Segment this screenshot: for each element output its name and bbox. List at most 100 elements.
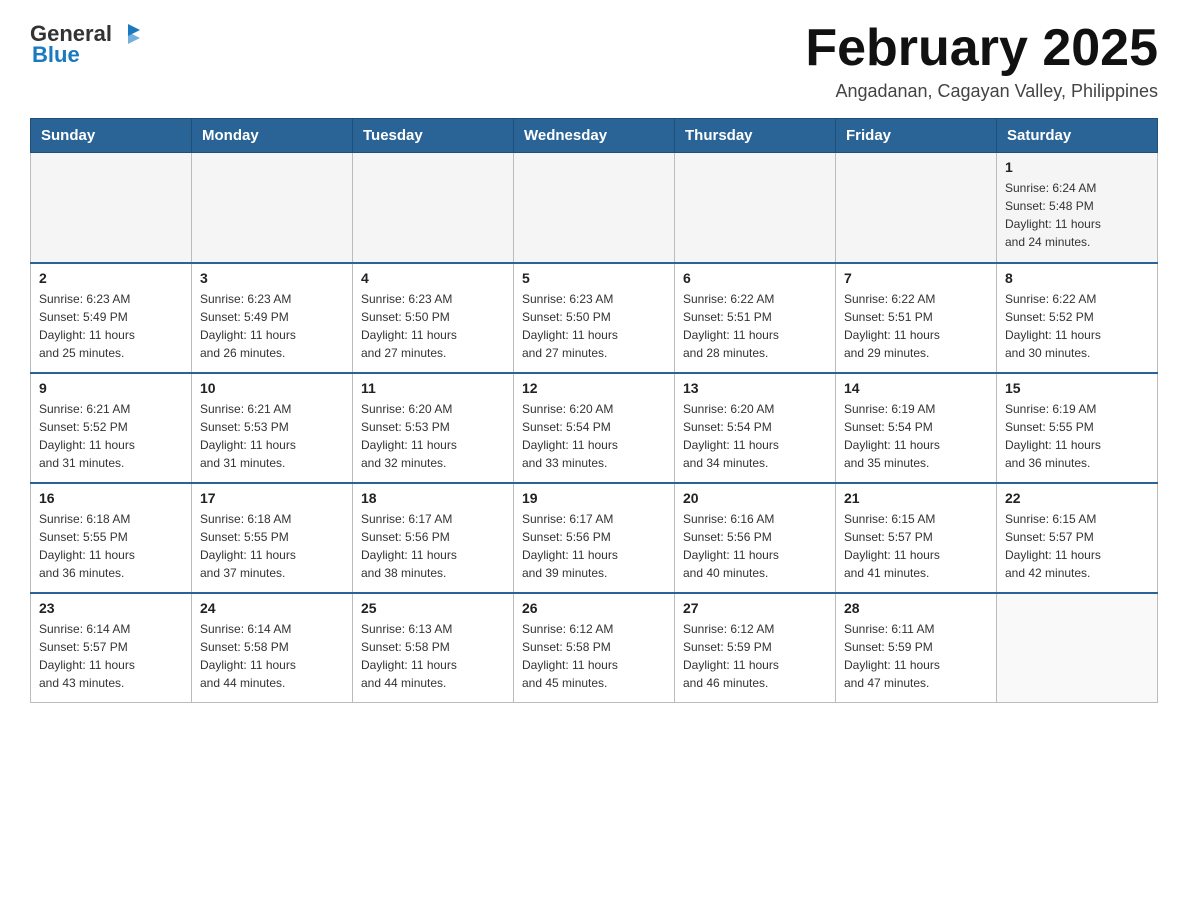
day-info: Sunrise: 6:23 AM Sunset: 5:50 PM Dayligh… xyxy=(522,290,666,362)
day-number: 11 xyxy=(361,380,505,396)
day-info: Sunrise: 6:22 AM Sunset: 5:51 PM Dayligh… xyxy=(844,290,988,362)
table-row xyxy=(997,593,1158,703)
day-number: 10 xyxy=(200,380,344,396)
table-row: 23 Sunrise: 6:14 AM Sunset: 5:57 PM Dayli… xyxy=(31,593,192,703)
day-number: 23 xyxy=(39,600,183,616)
table-row: 5 Sunrise: 6:23 AM Sunset: 5:50 PM Daylig… xyxy=(514,263,675,373)
day-info: Sunrise: 6:20 AM Sunset: 5:53 PM Dayligh… xyxy=(361,400,505,472)
day-info: Sunrise: 6:13 AM Sunset: 5:58 PM Dayligh… xyxy=(361,620,505,692)
table-row: 7 Sunrise: 6:22 AM Sunset: 5:51 PM Daylig… xyxy=(836,263,997,373)
month-year-title: February 2025 xyxy=(805,20,1158,77)
table-row: 8 Sunrise: 6:22 AM Sunset: 5:52 PM Daylig… xyxy=(997,263,1158,373)
day-number: 17 xyxy=(200,490,344,506)
day-info: Sunrise: 6:15 AM Sunset: 5:57 PM Dayligh… xyxy=(844,510,988,582)
day-info: Sunrise: 6:16 AM Sunset: 5:56 PM Dayligh… xyxy=(683,510,827,582)
logo: General Blue xyxy=(30,20,142,68)
day-number: 26 xyxy=(522,600,666,616)
day-info: Sunrise: 6:15 AM Sunset: 5:57 PM Dayligh… xyxy=(1005,510,1149,582)
day-info: Sunrise: 6:20 AM Sunset: 5:54 PM Dayligh… xyxy=(683,400,827,472)
table-row: 15 Sunrise: 6:19 AM Sunset: 5:55 PM Dayli… xyxy=(997,373,1158,483)
day-number: 27 xyxy=(683,600,827,616)
day-info: Sunrise: 6:21 AM Sunset: 5:52 PM Dayligh… xyxy=(39,400,183,472)
day-number: 2 xyxy=(39,270,183,286)
table-row: 26 Sunrise: 6:12 AM Sunset: 5:58 PM Dayli… xyxy=(514,593,675,703)
day-info: Sunrise: 6:17 AM Sunset: 5:56 PM Dayligh… xyxy=(361,510,505,582)
day-info: Sunrise: 6:18 AM Sunset: 5:55 PM Dayligh… xyxy=(200,510,344,582)
col-thursday: Thursday xyxy=(675,119,836,153)
table-row: 9 Sunrise: 6:21 AM Sunset: 5:52 PM Daylig… xyxy=(31,373,192,483)
day-number: 6 xyxy=(683,270,827,286)
col-tuesday: Tuesday xyxy=(353,119,514,153)
day-number: 7 xyxy=(844,270,988,286)
day-number: 14 xyxy=(844,380,988,396)
day-number: 1 xyxy=(1005,159,1149,175)
day-number: 21 xyxy=(844,490,988,506)
table-row xyxy=(514,153,675,263)
day-info: Sunrise: 6:12 AM Sunset: 5:59 PM Dayligh… xyxy=(683,620,827,692)
table-row: 18 Sunrise: 6:17 AM Sunset: 5:56 PM Dayli… xyxy=(353,483,514,593)
table-row: 2 Sunrise: 6:23 AM Sunset: 5:49 PM Daylig… xyxy=(31,263,192,373)
day-number: 13 xyxy=(683,380,827,396)
logo-blue-text: Blue xyxy=(32,42,80,68)
table-row xyxy=(836,153,997,263)
col-saturday: Saturday xyxy=(997,119,1158,153)
day-number: 5 xyxy=(522,270,666,286)
table-row: 22 Sunrise: 6:15 AM Sunset: 5:57 PM Dayli… xyxy=(997,483,1158,593)
table-row: 16 Sunrise: 6:18 AM Sunset: 5:55 PM Dayli… xyxy=(31,483,192,593)
day-info: Sunrise: 6:12 AM Sunset: 5:58 PM Dayligh… xyxy=(522,620,666,692)
table-row: 1 Sunrise: 6:24 AM Sunset: 5:48 PM Daylig… xyxy=(997,153,1158,263)
day-info: Sunrise: 6:24 AM Sunset: 5:48 PM Dayligh… xyxy=(1005,179,1149,251)
day-number: 16 xyxy=(39,490,183,506)
table-row: 4Sunrise: 6:23 AM Sunset: 5:50 PM Daylig… xyxy=(353,263,514,373)
day-info: Sunrise: 6:19 AM Sunset: 5:55 PM Dayligh… xyxy=(1005,400,1149,472)
location-subtitle: Angadanan, Cagayan Valley, Philippines xyxy=(805,81,1158,102)
day-number: 3 xyxy=(200,270,344,286)
calendar-week-1: 1 Sunrise: 6:24 AM Sunset: 5:48 PM Daylig… xyxy=(31,153,1158,263)
table-row: 14 Sunrise: 6:19 AM Sunset: 5:54 PM Dayli… xyxy=(836,373,997,483)
day-number: 15 xyxy=(1005,380,1149,396)
calendar-week-5: 23 Sunrise: 6:14 AM Sunset: 5:57 PM Dayli… xyxy=(31,593,1158,703)
table-row: 13 Sunrise: 6:20 AM Sunset: 5:54 PM Dayli… xyxy=(675,373,836,483)
day-number: 18 xyxy=(361,490,505,506)
calendar-week-4: 16 Sunrise: 6:18 AM Sunset: 5:55 PM Dayli… xyxy=(31,483,1158,593)
day-info: Sunrise: 6:14 AM Sunset: 5:57 PM Dayligh… xyxy=(39,620,183,692)
table-row xyxy=(31,153,192,263)
day-info: Sunrise: 6:22 AM Sunset: 5:52 PM Dayligh… xyxy=(1005,290,1149,362)
day-number: 8 xyxy=(1005,270,1149,286)
table-row: 17 Sunrise: 6:18 AM Sunset: 5:55 PM Dayli… xyxy=(192,483,353,593)
day-number: 24 xyxy=(200,600,344,616)
table-row: 28 Sunrise: 6:11 AM Sunset: 5:59 PM Dayli… xyxy=(836,593,997,703)
day-number: 22 xyxy=(1005,490,1149,506)
day-info: Sunrise: 6:14 AM Sunset: 5:58 PM Dayligh… xyxy=(200,620,344,692)
day-number: 12 xyxy=(522,380,666,396)
day-info: Sunrise: 6:22 AM Sunset: 5:51 PM Dayligh… xyxy=(683,290,827,362)
day-info: Sunrise: 6:17 AM Sunset: 5:56 PM Dayligh… xyxy=(522,510,666,582)
calendar-week-2: 2 Sunrise: 6:23 AM Sunset: 5:49 PM Daylig… xyxy=(31,263,1158,373)
day-info: Sunrise: 6:11 AM Sunset: 5:59 PM Dayligh… xyxy=(844,620,988,692)
day-info: Sunrise: 6:23 AM Sunset: 5:49 PM Dayligh… xyxy=(200,290,344,362)
day-number: 25 xyxy=(361,600,505,616)
calendar-header-row: Sunday Monday Tuesday Wednesday Thursday… xyxy=(31,119,1158,153)
table-row: 3 Sunrise: 6:23 AM Sunset: 5:49 PM Daylig… xyxy=(192,263,353,373)
day-number: 19 xyxy=(522,490,666,506)
table-row: 25 Sunrise: 6:13 AM Sunset: 5:58 PM Dayli… xyxy=(353,593,514,703)
calendar-week-3: 9 Sunrise: 6:21 AM Sunset: 5:52 PM Daylig… xyxy=(31,373,1158,483)
col-wednesday: Wednesday xyxy=(514,119,675,153)
table-row: 21 Sunrise: 6:15 AM Sunset: 5:57 PM Dayli… xyxy=(836,483,997,593)
table-row xyxy=(192,153,353,263)
col-friday: Friday xyxy=(836,119,997,153)
day-info: Sunrise: 6:23 AM Sunset: 5:50 PM Dayligh… xyxy=(361,290,505,362)
day-number: 28 xyxy=(844,600,988,616)
day-info: Sunrise: 6:19 AM Sunset: 5:54 PM Dayligh… xyxy=(844,400,988,472)
day-number: 20 xyxy=(683,490,827,506)
table-row: 6 Sunrise: 6:22 AM Sunset: 5:51 PM Daylig… xyxy=(675,263,836,373)
table-row: 11 Sunrise: 6:20 AM Sunset: 5:53 PM Dayli… xyxy=(353,373,514,483)
table-row: 19 Sunrise: 6:17 AM Sunset: 5:56 PM Dayli… xyxy=(514,483,675,593)
day-info: Sunrise: 6:18 AM Sunset: 5:55 PM Dayligh… xyxy=(39,510,183,582)
page-header: General Blue February 2025 Angadanan, Ca… xyxy=(30,20,1158,102)
table-row xyxy=(353,153,514,263)
day-number: 9 xyxy=(39,380,183,396)
table-row: 24 Sunrise: 6:14 AM Sunset: 5:58 PM Dayli… xyxy=(192,593,353,703)
day-info: Sunrise: 6:23 AM Sunset: 5:49 PM Dayligh… xyxy=(39,290,183,362)
calendar-table: Sunday Monday Tuesday Wednesday Thursday… xyxy=(30,118,1158,703)
